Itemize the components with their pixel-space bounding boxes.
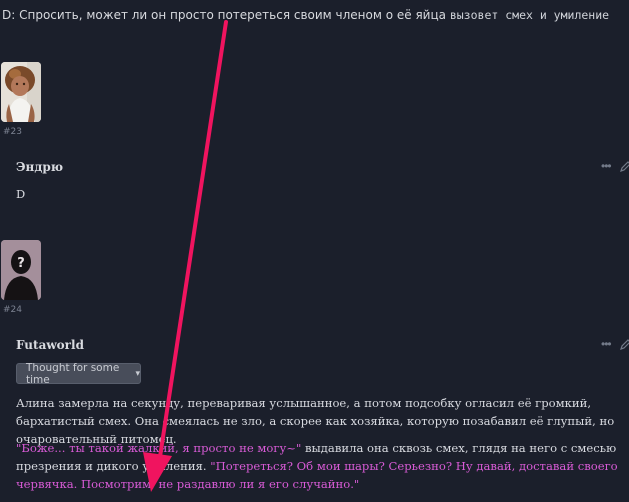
post-paragraph: "Боже... ты такой жалкий, я просто не мо… xyxy=(16,439,620,493)
pencil-icon[interactable] xyxy=(619,160,629,172)
svg-text:?: ? xyxy=(17,256,25,271)
avatar-post-23[interactable] xyxy=(1,62,41,122)
default-avatar-silhouette-icon: ? xyxy=(1,240,41,300)
post-author[interactable]: Futaworld xyxy=(16,338,84,352)
post-author[interactable]: Эндрю xyxy=(16,160,63,174)
thought-toggle-button[interactable]: Thought for some time ▾ xyxy=(16,361,141,386)
avatar-image xyxy=(1,62,41,122)
post-number: #24 xyxy=(3,305,22,315)
previous-message-prefix: D: Спросить, может ли он просто потереть… xyxy=(2,8,446,22)
pencil-icon[interactable] xyxy=(619,338,629,350)
thought-button-label: Thought for some time xyxy=(26,361,120,386)
previous-message-suffix: вызовет смех и умиление xyxy=(449,8,610,22)
post-body-text: D xyxy=(16,187,26,201)
post-number: #23 xyxy=(3,127,22,137)
more-horizontal-icon[interactable]: ••• xyxy=(601,338,615,350)
speech-text: "Боже... ты такой жалкий, я просто не мо… xyxy=(16,441,302,455)
more-horizontal-icon[interactable]: ••• xyxy=(601,160,615,172)
avatar-post-24[interactable]: ? xyxy=(1,240,41,300)
previous-message-text: D: Спросить, может ли он просто потереть… xyxy=(2,8,609,22)
chevron-down-icon: ▾ xyxy=(135,368,140,379)
